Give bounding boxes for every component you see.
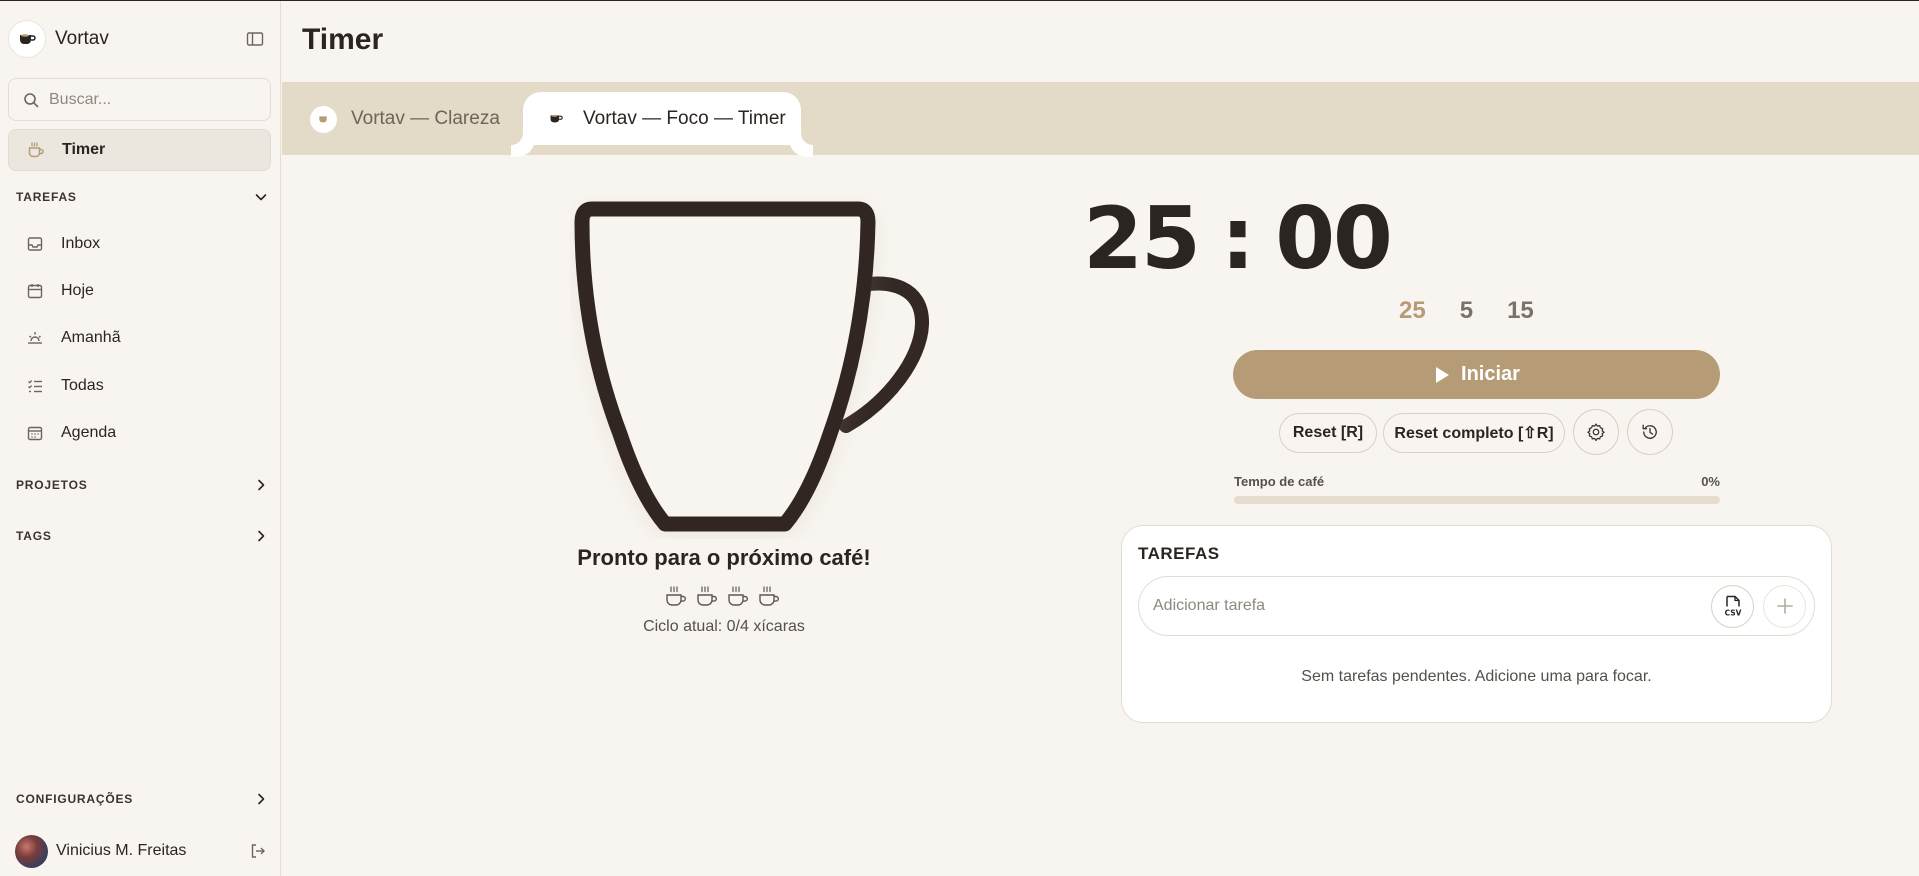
- timer-minutes: 25: [1083, 189, 1201, 289]
- sidebar-item-inbox[interactable]: Inbox: [8, 224, 271, 264]
- calendar-grid-icon: [26, 424, 44, 442]
- preset-short-break[interactable]: 5: [1460, 297, 1473, 325]
- coffee-progress-label: Tempo de café 0%: [1234, 474, 1720, 489]
- sidebar-toggle-icon[interactable]: [245, 29, 265, 49]
- reset-button[interactable]: Reset [R]: [1279, 413, 1377, 453]
- sidebar-item-agenda[interactable]: Agenda: [8, 413, 271, 453]
- coffee-cup-icon: [27, 141, 45, 159]
- chevron-right-icon: [254, 529, 268, 543]
- tasks-title: TAREFAS: [1138, 544, 1220, 563]
- section-title: TAGS: [16, 529, 52, 543]
- empty-tasks-message: Sem tarefas pendentes. Adicione uma para…: [1301, 668, 1652, 685]
- calendar-icon: [26, 282, 44, 300]
- chevron-down-icon: [254, 190, 268, 204]
- page-title: Timer: [302, 23, 384, 56]
- timer-separator: :: [1220, 189, 1255, 289]
- status-message: Pronto para o próximo café!: [577, 545, 871, 570]
- svg-text:CSV: CSV: [1724, 609, 1741, 618]
- coffee-progress-bar: [1234, 496, 1720, 504]
- coffee-logo-icon: [310, 105, 337, 133]
- section-projetos[interactable]: PROJETOS: [16, 475, 268, 495]
- sidebar-item-label: Timer: [62, 141, 106, 158]
- sidebar-item-label: Agenda: [61, 424, 117, 441]
- cup-cycle-indicator: [664, 585, 781, 607]
- preset-focus[interactable]: 25: [1399, 297, 1426, 325]
- coffee-logo-icon: [542, 105, 569, 132]
- user-name: Vinicius M. Freitas: [56, 842, 187, 859]
- csv-file-icon: CSV: [1723, 595, 1743, 617]
- coffee-cup-icon: [757, 585, 781, 607]
- sunrise-icon: [26, 329, 44, 347]
- section-tarefas[interactable]: TAREFAS: [16, 187, 268, 207]
- sidebar-item-label: Amanhã: [61, 329, 121, 346]
- full-reset-button[interactable]: Reset completo [⇧R]: [1383, 413, 1565, 453]
- gear-icon: [1586, 422, 1606, 442]
- search-box[interactable]: [8, 78, 271, 121]
- coffee-cup-icon: [726, 585, 750, 607]
- sidebar-item-label: Inbox: [61, 235, 101, 252]
- tasks-card: TAREFAS CSV Sem tarefas pendentes. Adici…: [1121, 525, 1832, 723]
- chevron-right-icon: [254, 792, 268, 806]
- inbox-icon: [26, 235, 44, 253]
- tab-foco-timer[interactable]: Vortav — Foco — Timer: [523, 92, 801, 145]
- settings-button[interactable]: [1573, 409, 1619, 455]
- sidebar-item-amanha[interactable]: Amanhã: [8, 318, 271, 358]
- history-icon: [1640, 422, 1660, 442]
- list-check-icon: [26, 377, 44, 395]
- progress-value: 0%: [1701, 474, 1720, 489]
- plus-icon: [1776, 597, 1794, 615]
- chevron-right-icon: [254, 478, 268, 492]
- section-title: PROJETOS: [16, 478, 88, 492]
- logout-icon[interactable]: [248, 841, 268, 861]
- tab-bar: Vortav — Clareza Vortav — Foco — Timer: [282, 82, 1919, 155]
- section-tags[interactable]: TAGS: [16, 526, 268, 546]
- sidebar: Vortav Timer TAREFAS Inbox Hoje: [0, 1, 281, 876]
- play-icon: [1433, 365, 1451, 385]
- tab-label: Vortav — Foco — Timer: [583, 107, 786, 129]
- sidebar-item-timer[interactable]: Timer: [8, 129, 271, 171]
- add-task-field[interactable]: CSV: [1138, 576, 1815, 636]
- search-icon: [23, 92, 39, 108]
- add-task-button[interactable]: [1763, 584, 1806, 628]
- sidebar-item-label: Hoje: [61, 282, 94, 299]
- sidebar-item-label: Todas: [61, 377, 104, 394]
- preset-long-break[interactable]: 15: [1507, 297, 1534, 325]
- cycle-counter: Ciclo atual: 0/4 xícaras: [643, 618, 805, 635]
- avatar[interactable]: [15, 834, 48, 868]
- add-task-input[interactable]: [1153, 597, 1711, 615]
- start-button[interactable]: Iniciar: [1233, 350, 1720, 399]
- coffee-cup-icon: [695, 585, 719, 607]
- timer-seconds: 00: [1275, 189, 1393, 289]
- coffee-cup-icon: [664, 585, 688, 607]
- coffee-logo-icon: [8, 20, 46, 58]
- brand[interactable]: Vortav: [8, 20, 109, 58]
- history-button[interactable]: [1627, 409, 1673, 455]
- section-title: CONFIGURAÇÕES: [16, 792, 134, 806]
- search-input[interactable]: [49, 90, 249, 109]
- progress-title: Tempo de café: [1234, 474, 1325, 489]
- user-row[interactable]: Vinicius M. Freitas: [15, 834, 268, 868]
- section-title: TAREFAS: [16, 190, 77, 204]
- timer-presets: 25 5 15: [1399, 297, 1534, 325]
- app-name: Vortav: [55, 28, 109, 49]
- section-configuracoes[interactable]: CONFIGURAÇÕES: [16, 789, 268, 809]
- csv-import-button[interactable]: CSV: [1711, 584, 1754, 628]
- timer-display: 25 : 00: [877, 189, 1597, 289]
- sidebar-item-hoje[interactable]: Hoje: [8, 271, 271, 311]
- tab-clareza[interactable]: Vortav — Clareza: [310, 93, 500, 145]
- tab-label: Vortav — Clareza: [351, 108, 500, 129]
- sidebar-item-todas[interactable]: Todas: [8, 366, 271, 406]
- start-button-label: Iniciar: [1461, 363, 1520, 385]
